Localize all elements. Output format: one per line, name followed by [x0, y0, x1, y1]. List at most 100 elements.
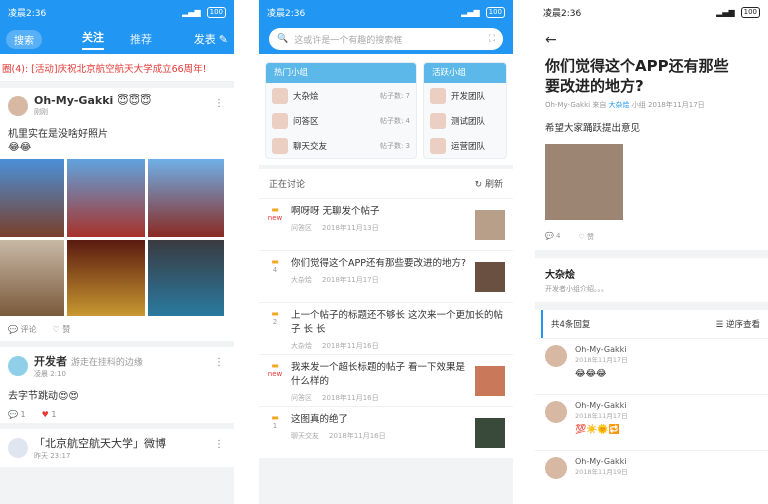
thread-title: 这图真的绝了	[291, 414, 349, 425]
search-button[interactable]: 搜索	[6, 29, 42, 49]
thread-date: 2018年11月17日	[322, 276, 379, 284]
thread-date: 2018年11月16日	[322, 394, 379, 402]
feed-post[interactable]: Oh-My-Gakki 😇😇😇 刚刚 ⋮ 机里实在是没啥好照片 😂😂 💬 评论 …	[0, 88, 234, 341]
thread-item[interactable]: ▬ 1 这图真的绝了 聊天交友 2018年11月16日	[259, 406, 513, 458]
group-item[interactable]: 大杂烩 帖子数: 7	[266, 83, 416, 108]
thread-item[interactable]: ▬ new 我来发一个超长标题的帖子 看一下效果是什么样的 问答区 2018年11月16…	[259, 354, 513, 406]
avatar[interactable]	[8, 95, 28, 116]
reply-author: Oh-My-Gakki	[575, 457, 627, 466]
reply-item[interactable]: Oh-My-Gakki 2018年11月19日	[535, 450, 768, 504]
reply-text: 💯☀️🌞🔁	[575, 425, 620, 435]
chat-icon: ▬	[271, 205, 279, 214]
like-button[interactable]: ♡ 赞	[53, 324, 71, 335]
post-date: 2018年11月17日	[648, 101, 705, 109]
photo-thumb[interactable]	[148, 240, 224, 316]
group-count: 帖子数: 3	[379, 141, 410, 150]
status-bar: 凌晨2:36 ▂▄▆ 100	[535, 0, 768, 24]
comment-button[interactable]: 💬 1	[8, 410, 26, 419]
comment-label: 评论	[20, 325, 37, 334]
active-groups-title: 活跃小组	[424, 63, 506, 83]
feed-post[interactable]: 开发者 游走在挂科的边缘 凌晨 2:10 ⋮ 去字节跳动😍😍 💬 1 ♥ 1	[0, 347, 234, 423]
signal-icon: ▂▄▆	[182, 7, 201, 17]
thread-title: 啊呀呀 无聊发个帖子	[291, 206, 380, 217]
comment-count: 4	[555, 232, 561, 240]
photo-thumb[interactable]	[67, 159, 145, 237]
group-item[interactable]: 运营团队	[424, 133, 506, 158]
notice-text: 圈(4): [活动]庆祝北京航空航天大学成立66周年!	[2, 63, 207, 75]
avatar[interactable]	[8, 438, 28, 458]
photo-thumb[interactable]	[0, 240, 64, 316]
avatar[interactable]	[545, 401, 567, 423]
post-text: 去字节跳动😍😍	[8, 391, 79, 402]
photo-thumb[interactable]	[0, 159, 64, 237]
like-button[interactable]: ♥ 1	[42, 410, 57, 419]
thread-item[interactable]: ▬ 2 上一个帖子的标题还不够长 这次来一个更加长的帖子 长 长大杂烩 2018年11…	[259, 302, 513, 354]
comment-button[interactable]: 💬 评论	[8, 324, 37, 335]
group-card[interactable]: 大杂烩 开发者小组介绍。。。	[535, 258, 768, 302]
thread-date: 2018年11月16日	[329, 432, 386, 440]
avatar[interactable]	[8, 356, 28, 376]
status-time: 凌晨2:36	[267, 8, 306, 19]
reply-item[interactable]: Oh-My-Gakki 2018年11月17日 😂😂😂	[535, 338, 768, 394]
group-suffix: 小组	[631, 101, 646, 109]
thread-group: 大杂烩	[291, 342, 312, 350]
like-label: 赞	[586, 233, 594, 241]
like-label: 赞	[62, 325, 71, 334]
avatar[interactable]	[545, 457, 567, 479]
post-username[interactable]: 「北京航空航天大学」微博	[34, 435, 166, 451]
tab-follow[interactable]: 关注	[82, 29, 104, 50]
group-item[interactable]: 问答区 帖子数: 4	[266, 108, 416, 133]
reply-item[interactable]: Oh-My-Gakki 2018年11月17日 💯☀️🌞🔁	[535, 394, 768, 450]
reply-author: Oh-My-Gakki	[575, 345, 627, 354]
reply-author: Oh-My-Gakki	[575, 401, 627, 410]
community-screen: 凌晨2:36 ▂▄▆ 100 🔍 这或许是一个有趣的搜索框 ⛶ 热门小组 大杂烩帖…	[259, 0, 513, 504]
thread-item[interactable]: ▬ new 啊呀呀 无聊发个帖子 问答区 2018年11月13日	[259, 198, 513, 250]
group-icon	[272, 87, 288, 104]
post-username[interactable]: Oh-My-Gakki 😇😇😇	[34, 94, 152, 107]
chat-icon: ▬	[271, 257, 279, 266]
search-input[interactable]: 🔍 这或许是一个有趣的搜索框 ⛶	[269, 28, 503, 50]
more-icon[interactable]: ⋮	[214, 439, 224, 450]
refresh-button[interactable]: ↻ 刷新	[475, 177, 503, 190]
thread-title: 我来发一个超长标题的帖子 看一下效果是什么样的	[291, 362, 466, 387]
group-count: 帖子数: 7	[379, 91, 410, 100]
more-icon[interactable]: ⋮	[214, 98, 224, 109]
post-time: 刚刚	[34, 108, 48, 116]
reply-date: 2018年11月17日	[575, 356, 628, 364]
compose-button[interactable]: 发表 ✎	[194, 31, 228, 47]
post-author[interactable]: Oh-My-Gakki	[545, 101, 590, 109]
like-button[interactable]: ♡ 赞	[578, 232, 594, 242]
post-image[interactable]	[545, 144, 623, 220]
replies-count: 共4条回复	[551, 320, 591, 330]
scan-icon[interactable]: ⛶	[489, 34, 495, 44]
thread-thumb	[475, 261, 505, 292]
group-item[interactable]: 测试团队	[424, 108, 506, 133]
thread-list: ▬ new 啊呀呀 无聊发个帖子 问答区 2018年11月13日 ▬ 4 你们觉得这个APP…	[259, 198, 513, 458]
thread-date: 2018年11月13日	[322, 224, 379, 232]
replies-header: 共4条回复 ☰ 逆序查看	[541, 310, 768, 338]
thread-item[interactable]: ▬ 4 你们觉得这个APP还有那些要改进的地方? 大杂烩 2018年11月17日	[259, 250, 513, 302]
group-item[interactable]: 聊天交友 帖子数: 3	[266, 133, 416, 158]
active-groups: 活跃小组 开发团队 测试团队 运营团队	[423, 62, 507, 159]
more-icon[interactable]: ⋮	[214, 357, 224, 368]
photo-thumb[interactable]	[67, 240, 145, 316]
from-label: 来自	[592, 101, 607, 109]
thread-tag: new	[267, 370, 283, 378]
refresh-icon: ↻	[474, 180, 483, 190]
feed-post[interactable]: 「北京航空航天大学」微博 昨天 23:17 ⋮	[0, 429, 234, 467]
group-item[interactable]: 开发团队	[424, 83, 506, 108]
photo-thumb[interactable]	[148, 159, 224, 237]
edit-icon: ✎	[218, 32, 228, 46]
post-group-link[interactable]: 大杂烩	[609, 101, 630, 109]
post-username[interactable]: 开发者 游走在挂科的边缘	[34, 353, 143, 369]
search-placeholder: 这或许是一个有趣的搜索框	[294, 35, 403, 46]
status-time: 凌晨2:36	[8, 8, 47, 19]
group-icon	[430, 137, 446, 154]
post-time: 凌晨 2:10	[34, 370, 66, 378]
tab-recommend[interactable]: 推荐	[130, 31, 152, 47]
avatar[interactable]	[545, 345, 567, 367]
sort-button[interactable]: ☰ 逆序查看	[716, 318, 760, 330]
back-arrow-icon[interactable]: ←	[535, 24, 768, 56]
notice-banner[interactable]: 圈(4): [活动]庆祝北京航空航天大学成立66周年!	[0, 54, 234, 82]
comment-button[interactable]: 💬 4	[545, 232, 560, 242]
